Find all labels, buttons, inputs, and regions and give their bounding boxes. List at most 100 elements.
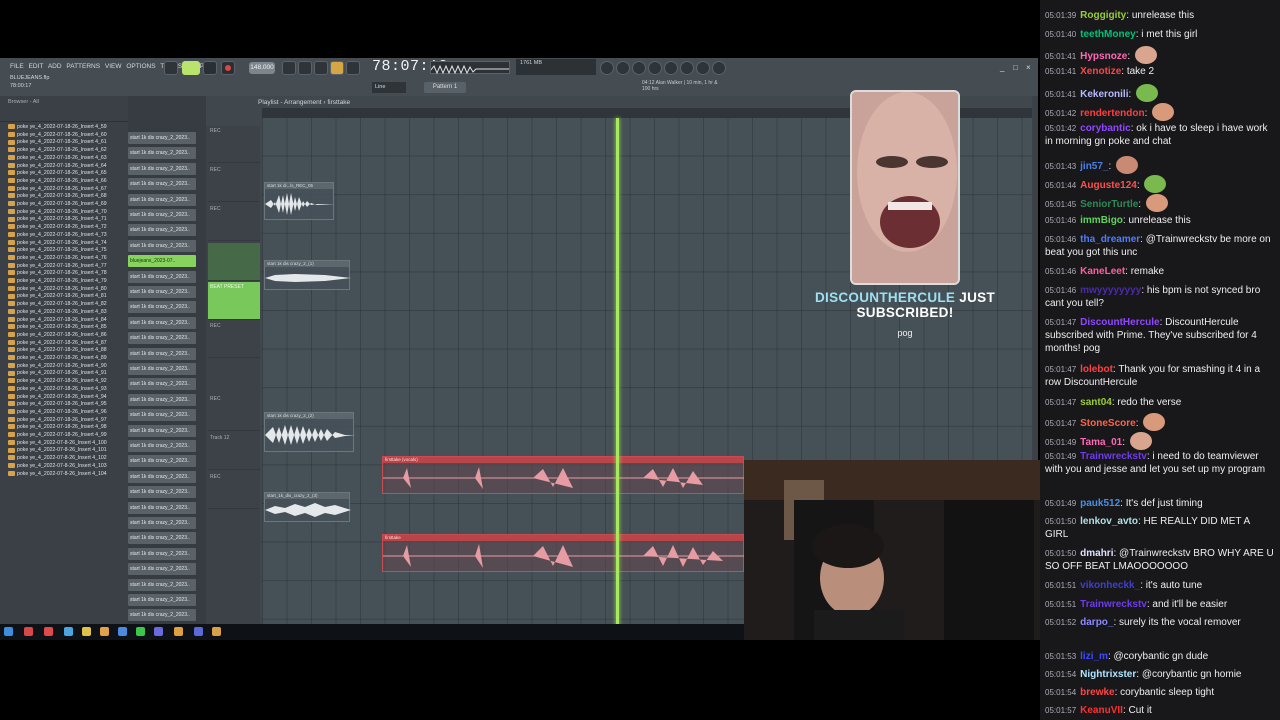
browser-item[interactable]: poke ye_4_2022-07-18-26_Insert 4_84 — [8, 317, 107, 325]
countdown-icon[interactable] — [314, 61, 328, 75]
channel-button[interactable]: start 1k dis crazy_2_2023.. — [128, 486, 196, 499]
channel-button[interactable]: start 1k dis crazy_2_2023.. — [128, 470, 196, 483]
discord-icon[interactable] — [154, 627, 163, 636]
browser-item[interactable]: poke ye_4_2022-07-18-26_Insert 4_90 — [8, 363, 107, 371]
chat-username[interactable]: KaneLeet — [1080, 266, 1125, 277]
track-header[interactable]: REC — [208, 394, 260, 431]
chat-username[interactable]: dmahri — [1080, 548, 1113, 559]
app-icon[interactable] — [44, 627, 53, 636]
browser-item[interactable]: poke ye_4_2022-07-18-26_Insert 4_98 — [8, 424, 107, 432]
chat-username[interactable]: Trainwreckstv — [1080, 599, 1147, 610]
menu-add[interactable]: ADD — [48, 63, 62, 70]
browser-item[interactable]: poke ye_4_2022-07-18-26_Insert 4_77 — [8, 263, 107, 271]
minimize-icon[interactable]: _ — [1000, 63, 1004, 72]
browser-item[interactable]: poke ye_4_2022-07-18-26_Insert 4_62 — [8, 147, 107, 155]
vocal-clip-firsttake[interactable]: firsttake — [382, 534, 745, 572]
chat-username[interactable]: mwyyyyyyyy — [1080, 285, 1141, 296]
channel-button[interactable]: start 1k dis crazy_2_2023.. — [128, 517, 196, 529]
vocal-clip-firsttake-vocals[interactable]: firsttake (vocals) — [382, 456, 745, 494]
browser-item[interactable]: poke ye_4_2022-07-18-26_Insert 4_85 — [8, 324, 107, 332]
track-header[interactable]: REC — [208, 204, 260, 241]
chat-username[interactable]: immBigo — [1080, 215, 1123, 226]
browser-item[interactable]: poke ye_4_2022-07-18-26_Insert 4_76 — [8, 255, 107, 263]
channel-rack-icon[interactable] — [664, 61, 678, 75]
app-icon[interactable] — [194, 627, 203, 636]
news-icon[interactable] — [712, 61, 726, 75]
track-header[interactable] — [208, 243, 260, 281]
channel-button[interactable]: bluejeans_2023-07.. — [128, 255, 196, 268]
track-header[interactable]: REC — [208, 126, 260, 163]
channel-button[interactable]: start 1k dis crazy_2_2023.. — [128, 162, 196, 175]
pattern-select[interactable]: Pattern 1 — [424, 82, 466, 93]
browser-item[interactable]: poke ye_4_2022-07-18-26_Insert 4_89 — [8, 355, 107, 363]
playhead[interactable] — [616, 118, 619, 640]
browser-item[interactable]: poke ye_4_2022-07-18-26_Insert 4_87 — [8, 340, 107, 348]
app-icon[interactable] — [24, 627, 33, 636]
windows-start-icon[interactable] — [4, 627, 13, 636]
browser-icon[interactable] — [680, 61, 694, 75]
spotify-icon[interactable] — [136, 627, 145, 636]
channel-button[interactable]: start 1k dis crazy_2_2023.. — [128, 424, 196, 437]
chat-username[interactable]: pauk512 — [1080, 498, 1120, 509]
fl-studio-icon[interactable] — [174, 627, 183, 636]
chrome-icon[interactable] — [82, 627, 91, 636]
channel-button[interactable]: start 1k dis crazy_2_2023.. — [128, 239, 196, 252]
wait-input-icon[interactable] — [298, 61, 312, 75]
chat-username[interactable]: lolebot — [1080, 364, 1113, 375]
browser-item[interactable]: poke ye_4_2022-07-18-26_Insert 4_69 — [8, 201, 107, 209]
loop-record-icon[interactable] — [346, 61, 360, 75]
browser-item[interactable]: poke ye_4_2022-07-18-26_Insert 4_68 — [8, 193, 107, 201]
browser-item[interactable]: poke ye_4_2022-07-18-26_Insert 4_71 — [8, 216, 107, 224]
browser-item[interactable]: poke ye_4_2022-07-18-26_Insert 4_86 — [8, 332, 107, 340]
browser-item[interactable]: poke ye_4_2022-07-18-26_Insert 4_66 — [8, 178, 107, 186]
mixer-icon[interactable] — [616, 61, 630, 75]
channel-button[interactable]: start 1k dis crazy_2_2023.. — [128, 178, 196, 191]
channel-button[interactable]: start 1k dis crazy_2_2023.. — [128, 455, 196, 468]
chat-username[interactable]: Roggigity — [1080, 10, 1126, 21]
channel-button[interactable]: start 1k dis crazy_2_2023.. — [128, 193, 196, 206]
stop-button[interactable] — [203, 61, 217, 75]
browser-item[interactable]: poke ye_4_2022-07-18-26_Insert 4_67 — [8, 186, 107, 194]
channel-button[interactable]: start 1k dis crazy_2_2023.. — [128, 547, 196, 560]
chat-username[interactable]: Xenotize — [1080, 66, 1121, 77]
browser-item[interactable]: poke ye_4_2022-07-18-26_Insert 4_60 — [8, 132, 107, 140]
playlist-icon[interactable] — [696, 61, 710, 75]
pat-song-toggle[interactable] — [164, 61, 178, 75]
chat-username[interactable]: darpo_ — [1080, 617, 1113, 628]
channel-button[interactable]: start 1k dis crazy_2_2023.. — [128, 594, 196, 606]
browser-item[interactable]: poke ye_4_2022-07-18-26_Insert 4_82 — [8, 301, 107, 309]
channel-button[interactable]: start 1k dis crazy_2_2023.. — [128, 563, 196, 576]
chat-username[interactable]: sant04 — [1080, 397, 1112, 408]
browser-item[interactable]: poke ye_4_2022-07-18-26_Insert 4_79 — [8, 278, 107, 286]
browser-item[interactable]: poke ye_4_2022-07-8-26_Insert 4_102 — [8, 455, 107, 463]
audio-clip[interactable]: start 1k di...ls_REC_05 — [264, 182, 335, 220]
channel-button[interactable]: start 1k dis crazy_2_2023.. — [128, 147, 196, 160]
channel-button[interactable]: start 1k dis crazy_2_2023.. — [128, 440, 196, 452]
app-icon[interactable] — [118, 627, 127, 636]
channel-button[interactable]: start 1k dis crazy_2_2023.. — [128, 316, 196, 329]
track-header[interactable]: REC — [208, 321, 260, 358]
browser-item[interactable]: poke ye_4_2022-07-8-26_Insert 4_101 — [8, 447, 107, 455]
tempo-display[interactable]: 148.000 — [249, 62, 275, 74]
menu-file[interactable]: FILE — [10, 63, 24, 70]
browser-item[interactable]: poke ye_4_2022-07-18-26_Insert 4_73 — [8, 232, 107, 240]
chat-username[interactable]: lizi_m — [1080, 651, 1108, 662]
browser-item[interactable]: poke ye_4_2022-07-18-26_Insert 4_92 — [8, 378, 107, 386]
app-icon[interactable] — [64, 627, 73, 636]
browser-item[interactable]: poke ye_4_2022-07-8-26_Insert 4_103 — [8, 463, 107, 471]
menu-edit[interactable]: EDIT — [29, 63, 44, 70]
channel-button[interactable]: start 1k dis crazy_2_2023.. — [128, 532, 196, 545]
browser-item[interactable]: poke ye_4_2022-07-18-26_Insert 4_95 — [8, 401, 107, 409]
channel-button[interactable]: start 1k dis crazy_2_2023.. — [128, 301, 196, 314]
plugin-picker-icon[interactable] — [632, 61, 646, 75]
undo-icon[interactable] — [600, 61, 614, 75]
folder-icon[interactable] — [100, 627, 109, 636]
metronome-icon[interactable] — [282, 61, 296, 75]
channel-button[interactable]: start 1k dis crazy_2_2023.. — [128, 347, 196, 360]
chat-username[interactable]: Trainwreckstv — [1080, 451, 1147, 462]
browser-item[interactable]: poke ye_4_2022-07-18-26_Insert 4_72 — [8, 224, 107, 232]
chat-username[interactable]: rendertendon — [1080, 108, 1144, 119]
menu-view[interactable]: VIEW — [105, 63, 122, 70]
browser-item[interactable]: poke ye_4_2022-07-18-26_Insert 4_88 — [8, 347, 107, 355]
browser-item[interactable]: poke ye_4_2022-07-18-26_Insert 4_97 — [8, 417, 107, 425]
